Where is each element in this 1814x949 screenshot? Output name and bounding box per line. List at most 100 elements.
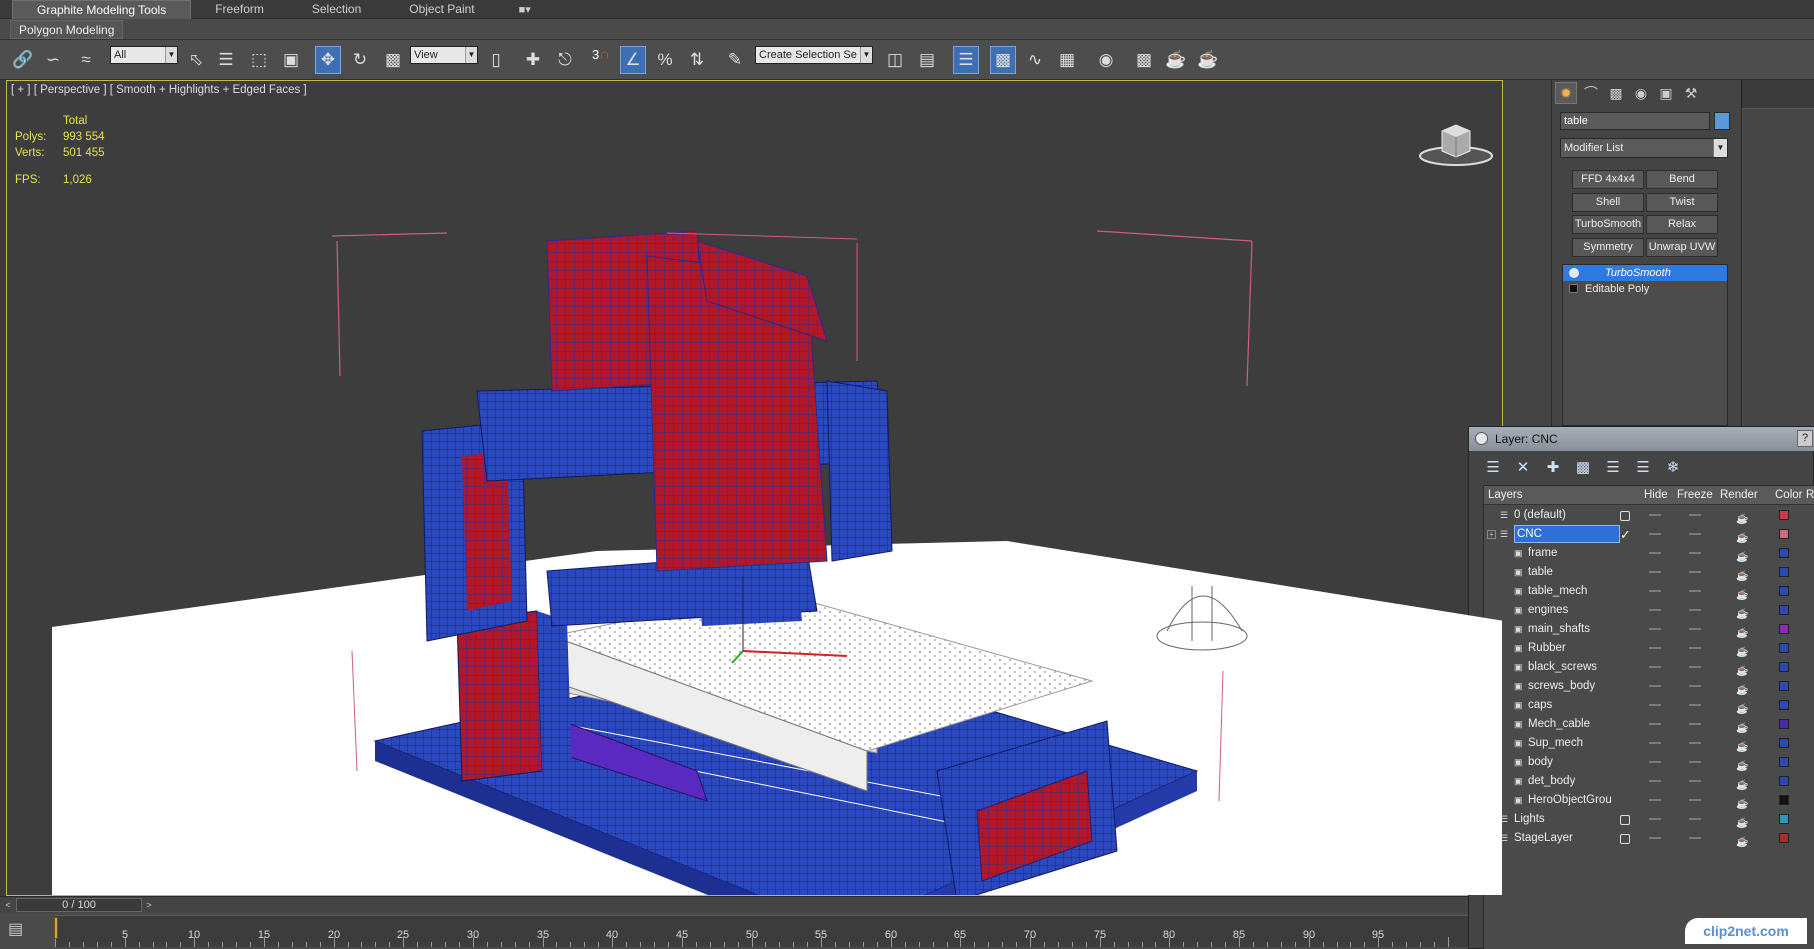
freeze-toggle[interactable] <box>1689 590 1701 592</box>
col-radiosity[interactable]: Ra <box>1806 486 1814 505</box>
freeze-toggle[interactable] <box>1689 685 1701 687</box>
col-color[interactable]: Color <box>1775 486 1802 505</box>
freeze-toggle[interactable] <box>1689 666 1701 668</box>
layer-color-swatch[interactable] <box>1779 643 1789 653</box>
freeze-toggle[interactable] <box>1689 761 1701 763</box>
layer-color-swatch[interactable] <box>1779 624 1789 634</box>
freeze-toggle[interactable] <box>1689 704 1701 706</box>
frame-indicator[interactable]: 0 / 100 <box>16 898 142 912</box>
hide-toggle[interactable] <box>1649 837 1661 839</box>
select-by-name-icon[interactable]: ☰ <box>213 46 239 74</box>
layer-row[interactable]: + ☰ CNC ✓ ☕ <box>1484 525 1814 544</box>
hide-toggle[interactable] <box>1649 666 1661 668</box>
col-render[interactable]: Render <box>1720 486 1758 505</box>
add-icon[interactable]: ✚ <box>1541 457 1565 479</box>
object-color-swatch[interactable] <box>1714 112 1730 130</box>
hide-toggle[interactable] <box>1649 761 1661 763</box>
layer-row[interactable]: ▣ det_body ☕ <box>1484 772 1814 791</box>
modify-icon[interactable]: ⌒ <box>1580 82 1602 104</box>
layer-name[interactable]: caps <box>1528 696 1552 715</box>
layer-name[interactable]: Lights <box>1514 810 1545 829</box>
mirror-icon[interactable]: ◫ <box>882 46 908 74</box>
ref-coord-dropdown[interactable]: View ▼ <box>410 46 478 64</box>
freeze-toggle[interactable] <box>1689 818 1701 820</box>
layer-name[interactable]: Rubber <box>1528 639 1566 658</box>
hide-toggle[interactable] <box>1649 799 1661 801</box>
layer-color-swatch[interactable] <box>1779 700 1789 710</box>
tab-freeform[interactable]: Freeform <box>191 0 288 19</box>
layer-color-swatch[interactable] <box>1779 548 1789 558</box>
layer-name[interactable]: table_mech <box>1528 582 1587 601</box>
layer-table[interactable]: Layers Hide Freeze Render Color Ra ☰0 (d… <box>1483 485 1814 949</box>
motion-icon[interactable]: ◉ <box>1630 82 1652 104</box>
freeze-toggle[interactable] <box>1689 514 1701 516</box>
named-selection-dropdown[interactable]: Create Selection Se ▼ <box>755 46 873 64</box>
time-slider[interactable]: < 0 / 100 > <box>0 896 1468 913</box>
tab-object-paint[interactable]: Object Paint <box>385 0 498 19</box>
layer-color-swatch[interactable] <box>1779 795 1789 805</box>
expand-icon[interactable] <box>1569 284 1578 293</box>
chevron-left-icon[interactable]: < <box>1 898 15 912</box>
tab-selection[interactable]: Selection <box>288 0 385 19</box>
rotate-icon[interactable]: ↻ <box>347 46 373 74</box>
layer-color-swatch[interactable] <box>1779 586 1789 596</box>
window-crossing-icon[interactable]: ▣ <box>278 46 304 74</box>
percent-snap-icon[interactable]: % <box>652 46 678 74</box>
layer-row[interactable]: ▣ Mech_cable ☕ <box>1484 715 1814 734</box>
manipulate-icon[interactable]: ✚ <box>520 46 546 74</box>
col-hide[interactable]: Hide <box>1644 486 1668 505</box>
select-object-icon[interactable]: ⬁ <box>183 46 209 74</box>
layer-color-swatch[interactable] <box>1779 529 1789 539</box>
angle-snap-icon[interactable]: ∠ <box>620 46 646 74</box>
curve-editor-icon[interactable]: ∿ <box>1022 46 1048 74</box>
hide-toggle[interactable] <box>1649 818 1661 820</box>
hide-toggle[interactable] <box>1649 742 1661 744</box>
layer-row[interactable]: ☰ 0 (default) ☕ <box>1484 506 1814 525</box>
snap-toggle[interactable]: 3∩ <box>592 46 610 63</box>
layer-color-swatch[interactable] <box>1779 681 1789 691</box>
layer-row[interactable]: ▣ body ☕ <box>1484 753 1814 772</box>
layer-row[interactable]: +☰Lights☕ <box>1484 810 1814 829</box>
layer-name[interactable]: HeroObjectGrou <box>1528 791 1612 810</box>
layer-color-swatch[interactable] <box>1779 776 1789 786</box>
layer-row[interactable]: ▣ table ☕ <box>1484 563 1814 582</box>
unwrap-uvw-button[interactable]: Unwrap UVW <box>1646 238 1718 257</box>
hierarchy-icon[interactable]: ▩ <box>1605 82 1627 104</box>
ffd-button[interactable]: FFD 4x4x4 <box>1572 170 1644 189</box>
turbosmooth-button[interactable]: TurboSmooth <box>1572 215 1644 234</box>
curve-editor-mini-icon[interactable]: ▤ <box>8 919 23 939</box>
freeze-toggle[interactable] <box>1689 571 1701 573</box>
track-bar[interactable]: ▤ 5 10 15 20 25 30 35 40 45 50 55 60 65 70 75 80 85 90 95 <box>0 913 1468 949</box>
current-layer-toggle[interactable] <box>1620 834 1630 844</box>
keyboard-shortcut-icon[interactable]: ⎋ <box>552 46 578 74</box>
freeze-toggle[interactable] <box>1689 647 1701 649</box>
layer-name[interactable]: table <box>1528 563 1553 582</box>
layer-color-swatch[interactable] <box>1779 833 1789 843</box>
layer-name[interactable]: black_screws <box>1528 658 1597 677</box>
layer-color-swatch[interactable] <box>1779 662 1789 672</box>
freeze-toggle[interactable] <box>1689 723 1701 725</box>
align-icon[interactable]: ▤ <box>914 46 940 74</box>
select-objects-icon[interactable]: ▩ <box>1571 457 1595 479</box>
viewcube-icon[interactable] <box>1416 111 1496 171</box>
create-icon[interactable]: ✹ <box>1555 82 1577 104</box>
freeze-toggle[interactable] <box>1689 609 1701 611</box>
selection-filter-dropdown[interactable]: All ▼ <box>110 46 178 64</box>
layer-name[interactable]: det_body <box>1528 772 1575 791</box>
chevron-down-icon[interactable]: ■▾ <box>519 3 531 16</box>
current-layer-toggle[interactable] <box>1620 815 1630 825</box>
layer-row[interactable]: ▣ main_shafts ☕ <box>1484 620 1814 639</box>
layer-manager-icon[interactable]: ☰ <box>953 46 979 74</box>
rect-region-icon[interactable]: ⬚ <box>246 46 272 74</box>
polygon-modeling-button[interactable]: Polygon Modeling <box>10 20 124 39</box>
layer-row[interactable]: ▣ Sup_mech ☕ <box>1484 734 1814 753</box>
col-freeze[interactable]: Freeze <box>1677 486 1713 505</box>
layer-name[interactable]: screws_body <box>1528 677 1595 696</box>
current-layer-check-icon[interactable]: ✓ <box>1620 525 1631 544</box>
graphite-icon[interactable]: ▩ <box>990 46 1016 74</box>
hide-toggle[interactable] <box>1649 552 1661 554</box>
layer-name[interactable]: engines <box>1528 601 1568 620</box>
freeze-toggle[interactable] <box>1689 742 1701 744</box>
layer-name[interactable]: main_shafts <box>1528 620 1590 639</box>
unlink-icon[interactable]: ∽ <box>40 46 66 74</box>
